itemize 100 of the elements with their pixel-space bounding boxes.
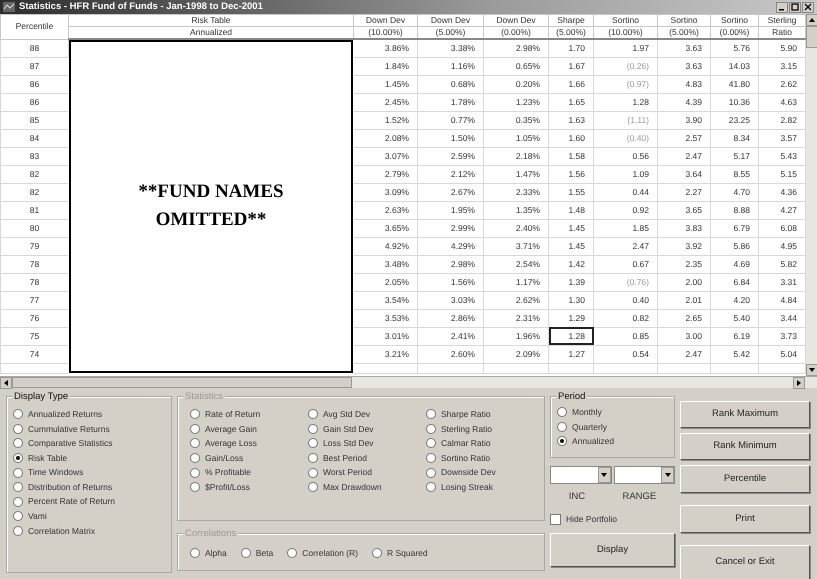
table-cell: 1.30 <box>548 291 594 309</box>
table-cell: 3.21% <box>354 345 418 363</box>
table-cell: 6.84 <box>710 273 758 291</box>
table-cell: 1.56% <box>418 273 484 291</box>
radio-button[interactable] <box>557 407 567 418</box>
table-cell: 2.86% <box>418 309 484 327</box>
column-subheader: (10.00%) <box>594 26 658 39</box>
table-cell: 1.58 <box>548 147 594 165</box>
close-button[interactable] <box>802 2 814 12</box>
option-label: Average Loss <box>205 437 257 450</box>
table-cell: 4.29% <box>418 237 484 255</box>
table-cell: 2.47 <box>658 147 710 165</box>
maximize-button[interactable] <box>789 2 801 12</box>
table-cell: 0.20% <box>484 75 548 93</box>
table-cell: 3.54% <box>354 291 418 309</box>
table-cell: 1.48 <box>548 201 594 219</box>
option-label: Correlation (R) <box>302 546 358 560</box>
scroll-up-button[interactable] <box>806 14 817 26</box>
table-cell: 5.17 <box>710 147 758 165</box>
table-cell: 5.76 <box>710 39 758 57</box>
table-cell: 0.56 <box>594 147 658 165</box>
radio-button[interactable] <box>557 422 567 432</box>
table-cell: 2.05% <box>354 273 418 291</box>
horizontal-scrollbar[interactable] <box>0 376 817 388</box>
table-cell: 2.54% <box>484 255 548 273</box>
dialog-button[interactable]: Rank Minimum <box>680 433 810 460</box>
table-cell: 2.45% <box>354 93 418 111</box>
dropdown-button[interactable] <box>598 467 610 483</box>
table-cell: 0.65% <box>484 57 548 75</box>
option-label: Quarterly <box>572 420 607 434</box>
table-cell: 4.83 <box>658 75 710 93</box>
table-cell: 2.63% <box>354 201 418 219</box>
option-label: Distribution of Returns <box>28 480 112 494</box>
radio-button[interactable] <box>13 468 23 478</box>
scroll-thumb[interactable] <box>12 377 352 388</box>
dialog-button[interactable]: Cancel or Exit <box>680 545 810 579</box>
app-icon <box>3 2 15 12</box>
radio-button[interactable] <box>13 409 23 420</box>
table-cell: 86 <box>0 93 68 111</box>
radio-button[interactable] <box>13 526 23 536</box>
vertical-scrollbar[interactable] <box>806 14 817 376</box>
table-cell: 1.60 <box>548 129 594 147</box>
option-label: Gain Std Dev <box>323 422 374 436</box>
scroll-down-button[interactable] <box>806 364 817 376</box>
display-button[interactable]: Display <box>550 532 675 567</box>
scroll-left-button[interactable] <box>0 377 12 389</box>
table-cell: 0.77% <box>418 111 484 129</box>
table-cell: 82 <box>0 165 68 183</box>
option-label: Annualized Returns <box>28 408 102 421</box>
table-cell: 1.63 <box>548 111 594 129</box>
field-label: RANGE <box>622 490 656 504</box>
table-cell: 3.65 <box>658 201 710 219</box>
option-label: Rate of Return <box>205 408 260 421</box>
radio-button[interactable] <box>13 438 23 448</box>
table-cell: 76 <box>0 309 68 327</box>
radio-button[interactable] <box>13 496 23 507</box>
column-subheader: (5.00%) <box>658 26 710 39</box>
option-label: Average Gain <box>205 422 257 436</box>
dialog-button[interactable]: Percentile <box>680 465 810 493</box>
table-cell: 1.09 <box>594 165 658 183</box>
minimize-button[interactable] <box>776 2 788 12</box>
radio-button[interactable] <box>13 482 23 492</box>
option-label: Beta <box>256 546 274 560</box>
dropdown-button[interactable] <box>661 467 674 483</box>
table-cell: 0.54 <box>594 345 658 363</box>
column-header: Sortino <box>658 14 710 26</box>
table-cell: 2.65 <box>658 309 710 327</box>
column-subheader: (0.00%) <box>710 26 758 39</box>
table-cell: 5.86 <box>710 237 758 255</box>
radio-button[interactable] <box>557 436 567 446</box>
scroll-thumb[interactable] <box>806 26 817 48</box>
option-label: Percent Rate of Return <box>28 495 115 508</box>
table-cell: 3.48% <box>354 255 418 273</box>
table-cell: 1.47% <box>484 165 548 183</box>
scroll-right-button[interactable] <box>793 377 805 389</box>
checkbox[interactable] <box>550 514 561 526</box>
radio-button[interactable] <box>13 453 23 464</box>
radio-button[interactable] <box>13 511 23 522</box>
redaction-text: **FUND NAMES OMITTED** <box>137 180 285 232</box>
table-cell: 75 <box>0 327 68 345</box>
dialog-button[interactable]: Print <box>680 505 810 533</box>
column-header: Down Dev <box>484 14 548 26</box>
option-label: Sharpe Ratio <box>441 408 491 421</box>
option-label: Time Windows <box>28 466 84 480</box>
table-cell: 1.39 <box>548 273 594 291</box>
table-cell: 88 <box>0 39 68 57</box>
table-cell: 1.45 <box>548 237 594 255</box>
table-cell: 3.90 <box>658 111 710 129</box>
table-cell: 0.92 <box>594 201 658 219</box>
table-cell: 2.99% <box>418 219 484 237</box>
table-cell: 0.68% <box>418 75 484 93</box>
table-cell: 4.92% <box>354 237 418 255</box>
table-cell: 87 <box>0 57 68 75</box>
table-cell: 1.96% <box>484 327 548 345</box>
option-label: Vami <box>28 510 47 523</box>
dialog-button[interactable]: Rank Maximum <box>680 401 810 428</box>
option-label: Comparative Statistics <box>28 437 113 450</box>
radio-button[interactable] <box>13 424 23 434</box>
table-cell: 2.60% <box>418 345 484 363</box>
table-cell: 1.23% <box>484 93 548 111</box>
